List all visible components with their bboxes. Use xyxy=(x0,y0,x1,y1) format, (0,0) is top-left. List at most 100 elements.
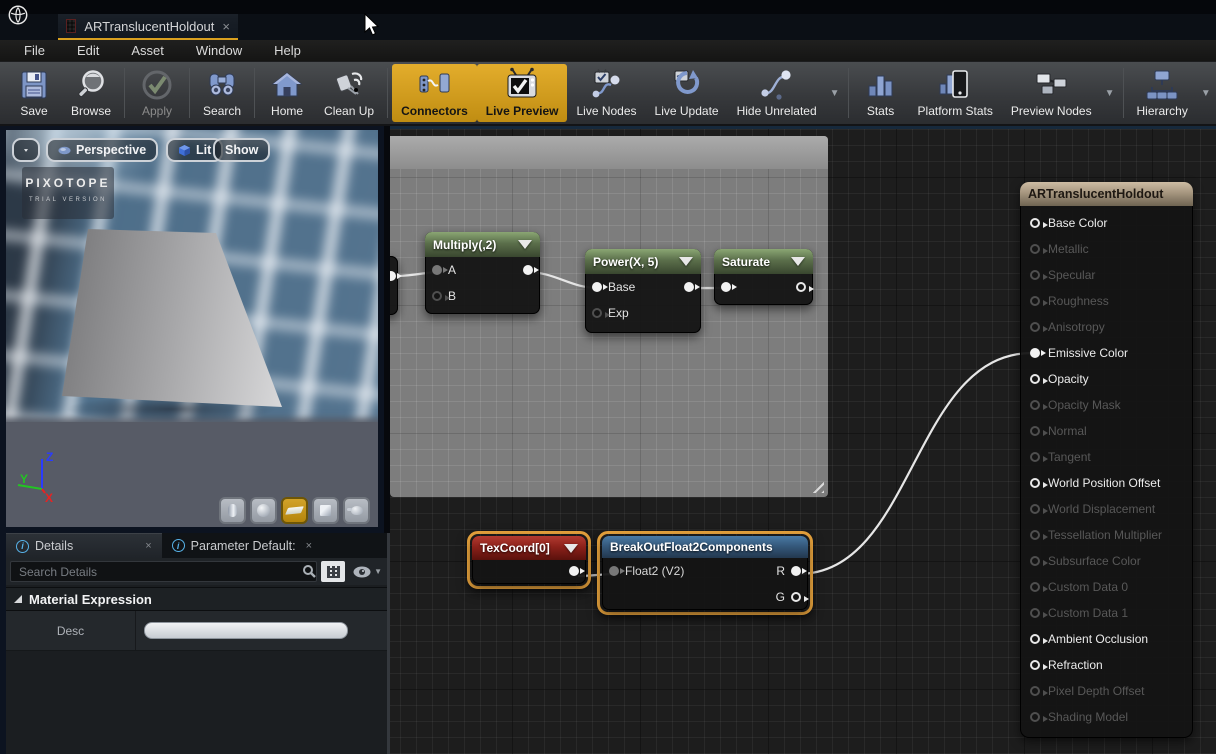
node-header[interactable]: Multiply(,2) xyxy=(425,232,540,257)
material-pin-world-displacement[interactable]: World Displacement xyxy=(1020,496,1193,522)
plane-icon xyxy=(285,506,304,515)
node-header[interactable]: Power(X, 5) xyxy=(585,249,701,274)
home-button[interactable]: Home xyxy=(259,64,315,122)
mesh-teapot-button[interactable] xyxy=(343,497,370,524)
node-saturate[interactable]: Saturate xyxy=(714,249,813,305)
visibility-filter-button[interactable]: ▼ xyxy=(349,566,386,578)
material-pin-pixel-depth-offset[interactable]: Pixel Depth Offset xyxy=(1020,678,1193,704)
material-pin-base-color[interactable]: Base Color xyxy=(1020,210,1193,236)
material-pin-subsurface-color[interactable]: Subsurface Color xyxy=(1020,548,1193,574)
mesh-cube-button[interactable] xyxy=(312,497,339,524)
material-pin-roughness[interactable]: Roughness xyxy=(1020,288,1193,314)
close-icon[interactable]: × xyxy=(145,540,151,552)
mesh-plane-button[interactable] xyxy=(281,497,308,524)
chevron-down-icon[interactable] xyxy=(679,257,693,266)
show-button[interactable]: Show xyxy=(213,138,270,162)
close-icon[interactable]: × xyxy=(306,540,312,552)
tab-details[interactable]: i Details × xyxy=(6,533,162,558)
output-pin[interactable] xyxy=(390,271,396,281)
output-pin-r[interactable] xyxy=(791,566,801,576)
tab-bar: ARTranslucentHoldout × xyxy=(0,14,1216,40)
node-multiply[interactable]: Multiply(,2) A B xyxy=(425,232,540,314)
material-pin-specular[interactable]: Specular xyxy=(1020,262,1193,288)
platform-stats-button[interactable]: Platform Stats xyxy=(909,64,1002,122)
node-header[interactable]: TexCoord[0] xyxy=(472,536,586,560)
material-pin-custom-data-0[interactable]: Custom Data 0 xyxy=(1020,574,1193,600)
menu-window[interactable]: Window xyxy=(182,41,256,60)
save-button[interactable]: Save xyxy=(6,64,62,122)
output-pin[interactable] xyxy=(523,265,533,275)
menu-asset[interactable]: Asset xyxy=(117,41,178,60)
search-button[interactable]: Search xyxy=(194,64,250,122)
mesh-sphere-button[interactable] xyxy=(250,497,277,524)
node-power[interactable]: Power(X, 5) Base Exp xyxy=(585,249,701,333)
node-breakout[interactable]: BreakOutFloat2Components Float2 (V2) R G xyxy=(602,536,808,610)
node-header[interactable]: Saturate xyxy=(714,249,813,274)
menu-help[interactable]: Help xyxy=(260,41,315,60)
material-pin-opacity-mask[interactable]: Opacity Mask xyxy=(1020,392,1193,418)
clean-up-button[interactable]: Clean Up xyxy=(315,64,383,122)
tab-parameter-defaults[interactable]: i Parameter Default: × xyxy=(162,533,322,558)
comment-resize-handle[interactable] xyxy=(810,479,824,493)
preview-viewport[interactable]: Perspective Lit Show PIXOTOPE TRIAL VERS… xyxy=(0,126,384,533)
browse-button[interactable]: Browse xyxy=(62,64,120,122)
node-texcoord-selection[interactable]: TexCoord[0] xyxy=(467,531,591,589)
material-pin-shading-model[interactable]: Shading Model xyxy=(1020,704,1193,730)
material-pin-emissive-color[interactable]: Emissive Color xyxy=(1020,340,1193,366)
chevron-down-icon[interactable] xyxy=(564,544,578,553)
perspective-button[interactable]: Perspective xyxy=(46,138,158,162)
output-pin[interactable] xyxy=(796,282,806,292)
tab-close-icon[interactable]: × xyxy=(222,19,230,34)
material-pin-tessellation-multiplier[interactable]: Tessellation Multiplier xyxy=(1020,522,1193,548)
chevron-down-icon[interactable] xyxy=(791,257,805,266)
live-preview-button[interactable]: Live Preview xyxy=(477,64,568,122)
mesh-cylinder-button[interactable] xyxy=(219,497,246,524)
node-header[interactable]: BreakOutFloat2Components xyxy=(602,536,808,558)
stats-button[interactable]: Stats xyxy=(853,64,909,122)
grid-view-button[interactable] xyxy=(321,561,345,582)
input-pin-exp[interactable] xyxy=(592,308,602,318)
chevron-down-icon[interactable] xyxy=(518,240,532,249)
input-pin-a[interactable] xyxy=(432,265,442,275)
search-details-input[interactable] xyxy=(10,561,317,582)
output-pin-g[interactable] xyxy=(791,592,801,602)
material-node-header[interactable]: ARTranslucentHoldout xyxy=(1020,182,1193,206)
material-expression-section-header[interactable]: Material Expression xyxy=(6,587,390,611)
material-pin-ambient-occlusion[interactable]: Ambient Occlusion xyxy=(1020,626,1193,652)
viewport-options-dropdown[interactable] xyxy=(12,138,40,162)
connectors-button[interactable]: Connectors xyxy=(392,64,477,122)
output-pin[interactable] xyxy=(684,282,694,292)
material-pin-opacity[interactable]: Opacity xyxy=(1020,366,1193,392)
material-pin-custom-data-1[interactable]: Custom Data 1 xyxy=(1020,600,1193,626)
input-pin-base[interactable] xyxy=(592,282,602,292)
hide-unrelated-dropdown-icon[interactable]: ▼ xyxy=(826,88,844,99)
node-texcoord[interactable]: TexCoord[0] xyxy=(472,536,586,584)
material-pin-world-position-offset[interactable]: World Position Offset xyxy=(1020,470,1193,496)
live-update-button[interactable]: Live Update xyxy=(646,64,728,122)
node-breakout-selection[interactable]: BreakOutFloat2Components Float2 (V2) R G xyxy=(597,531,813,615)
menu-file[interactable]: File xyxy=(10,41,59,60)
input-pin[interactable] xyxy=(721,282,731,292)
offscreen-node[interactable] xyxy=(390,256,398,315)
hide-unrelated-button[interactable]: Hide Unrelated xyxy=(728,64,826,122)
hierarchy-button[interactable]: Hierarchy xyxy=(1128,64,1197,122)
output-pin[interactable] xyxy=(569,566,579,576)
hierarchy-dropdown-icon[interactable]: ▼ xyxy=(1197,88,1215,99)
material-output-node[interactable]: ARTranslucentHoldout Base Color Metallic… xyxy=(1020,182,1193,738)
comment-title-bar[interactable] xyxy=(390,136,828,169)
material-graph-canvas[interactable]: Multiply(,2) A B Power(X, 5) Base Exp xyxy=(390,126,1216,754)
material-pin-normal[interactable]: Normal xyxy=(1020,418,1193,444)
apply-button[interactable]: Apply xyxy=(129,64,185,122)
menu-edit[interactable]: Edit xyxy=(63,41,113,60)
preview-nodes-dropdown-icon[interactable]: ▼ xyxy=(1101,88,1119,99)
preview-nodes-button[interactable]: Preview Nodes xyxy=(1002,64,1101,122)
material-pin-tangent[interactable]: Tangent xyxy=(1020,444,1193,470)
desc-input[interactable] xyxy=(144,622,348,639)
material-pin-refraction[interactable]: Refraction xyxy=(1020,652,1193,678)
material-pin-metallic[interactable]: Metallic xyxy=(1020,236,1193,262)
input-pin-float2[interactable] xyxy=(609,566,619,576)
input-pin-b[interactable] xyxy=(432,291,442,301)
live-nodes-button[interactable]: Live Nodes xyxy=(567,64,645,122)
material-pin-anisotropy[interactable]: Anisotropy xyxy=(1020,314,1193,340)
asset-tab[interactable]: ARTranslucentHoldout × xyxy=(58,14,238,40)
